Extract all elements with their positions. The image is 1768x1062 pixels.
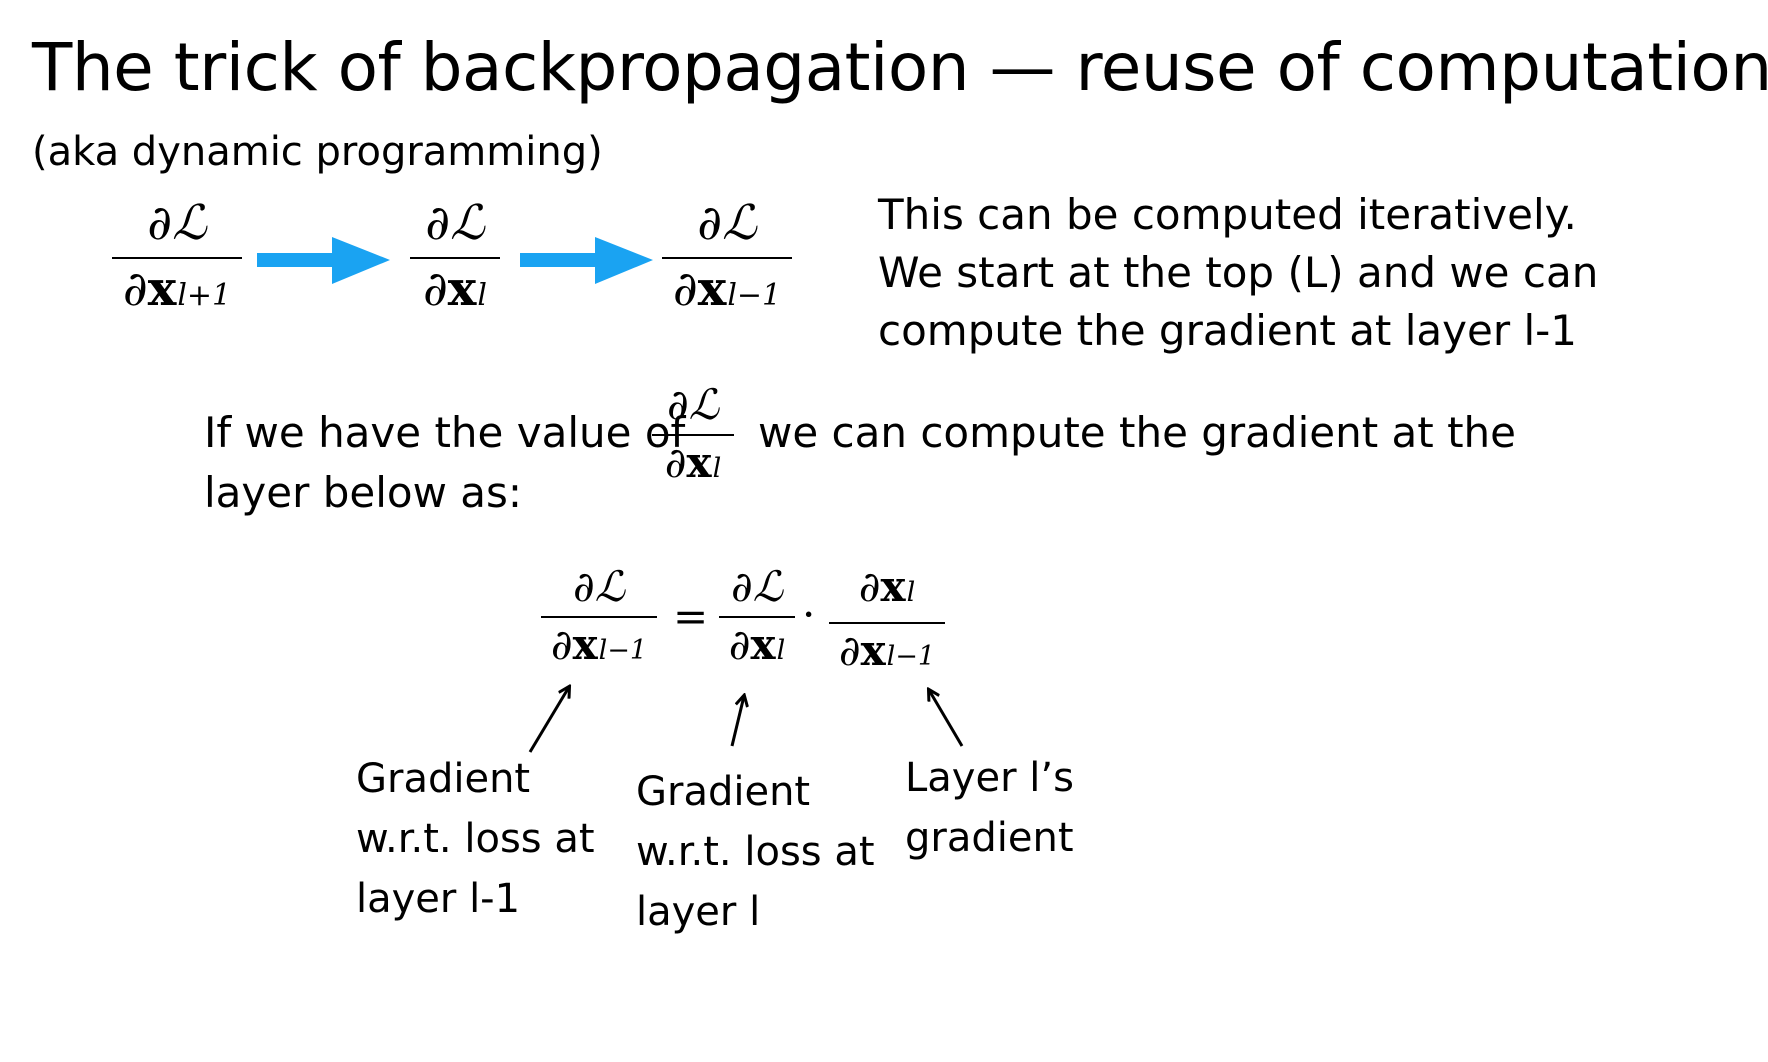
blue-arrow-2-head [595,237,653,284]
arrow-layer [257,237,964,753]
pointer-arrow-middle [730,696,744,747]
pointer-arrow-left [528,687,569,753]
pointer-arrow-right [929,690,964,747]
blue-arrow-1-head [332,237,390,284]
blue-arrow-1-shaft [257,253,337,267]
blue-arrow-1 [257,237,390,284]
blue-arrow-2 [520,237,653,284]
blue-arrow-2-shaft [520,253,600,267]
